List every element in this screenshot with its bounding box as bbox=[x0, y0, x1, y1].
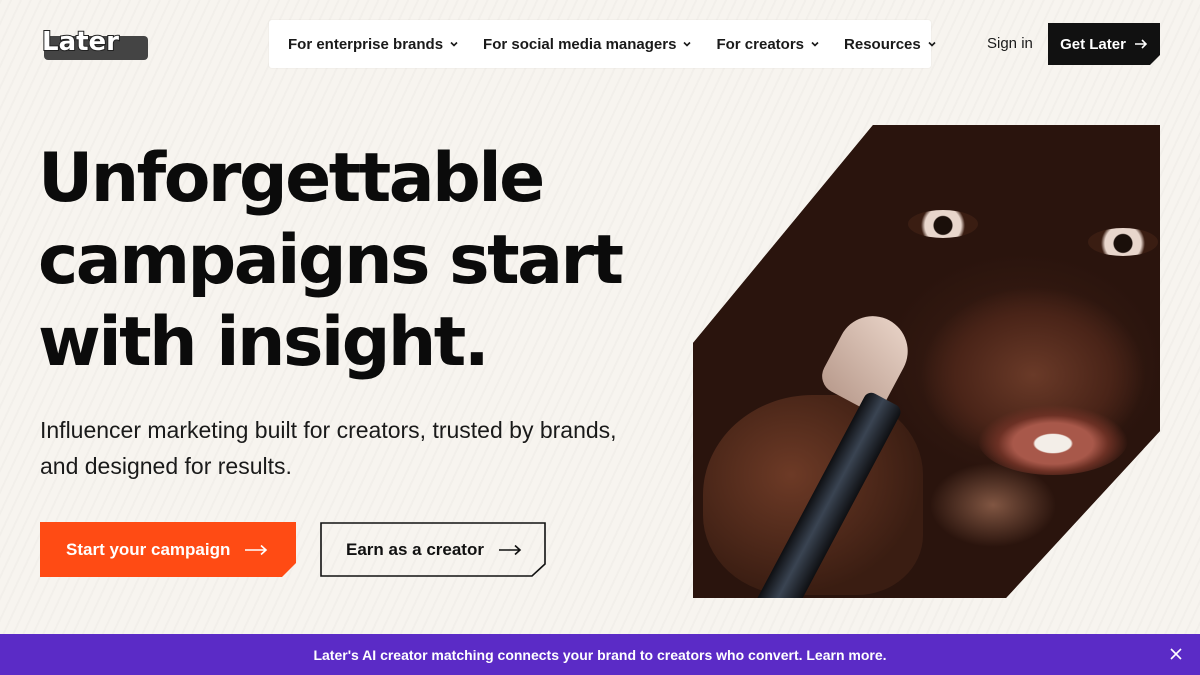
get-later-label: Get Later bbox=[1060, 35, 1126, 53]
lips-shape bbox=[978, 405, 1128, 475]
close-icon[interactable] bbox=[1168, 646, 1184, 662]
nav-item-enterprise-brands[interactable]: For enterprise brands bbox=[288, 36, 459, 53]
announcement-banner: Later's AI creator matching connects you… bbox=[0, 634, 1200, 675]
nav-item-label: For enterprise brands bbox=[288, 35, 444, 53]
hero-image bbox=[693, 125, 1160, 598]
hero-headline: Unforgettable campaigns start with insig… bbox=[38, 138, 688, 384]
arrow-right-icon bbox=[498, 544, 522, 555]
start-campaign-label: Start your campaign bbox=[66, 539, 231, 559]
headline-line: with insight. bbox=[38, 303, 490, 382]
earn-as-creator-button[interactable]: Earn as a creator bbox=[320, 522, 546, 577]
nav-item-label: Resources bbox=[844, 35, 921, 53]
headline-line: campaigns start bbox=[38, 221, 624, 300]
hero-subheading: Influencer marketing built for creators,… bbox=[40, 417, 617, 479]
nav-item-resources[interactable]: Resources bbox=[844, 36, 937, 53]
chevron-down-icon bbox=[450, 41, 458, 47]
start-campaign-button[interactable]: Start your campaign bbox=[40, 522, 296, 577]
arrow-right-icon bbox=[244, 544, 268, 556]
logo-text: Later bbox=[42, 27, 119, 57]
main-nav: For enterprise brands For social media m… bbox=[269, 20, 936, 68]
get-later-button[interactable]: Get Later bbox=[1048, 23, 1160, 65]
nav-item-creators[interactable]: For creators bbox=[716, 36, 820, 53]
eye-shape bbox=[908, 210, 978, 238]
sign-in-link[interactable]: Sign in bbox=[987, 35, 1033, 52]
arrow-right-icon bbox=[1134, 38, 1148, 50]
nav-item-social-media-managers[interactable]: For social media managers bbox=[483, 36, 692, 53]
eye-shape bbox=[1088, 228, 1158, 256]
nav-item-label: For social media managers bbox=[483, 35, 677, 53]
chevron-down-icon bbox=[928, 41, 936, 47]
banner-link[interactable]: Later's AI creator matching connects you… bbox=[313, 647, 886, 663]
chevron-down-icon bbox=[683, 41, 692, 47]
chevron-down-icon bbox=[811, 41, 819, 47]
nav-item-label: For creators bbox=[716, 35, 805, 53]
headline-line: Unforgettable bbox=[38, 139, 545, 218]
earn-as-creator-label: Earn as a creator bbox=[346, 539, 484, 559]
later-logo[interactable]: Later bbox=[40, 26, 150, 62]
